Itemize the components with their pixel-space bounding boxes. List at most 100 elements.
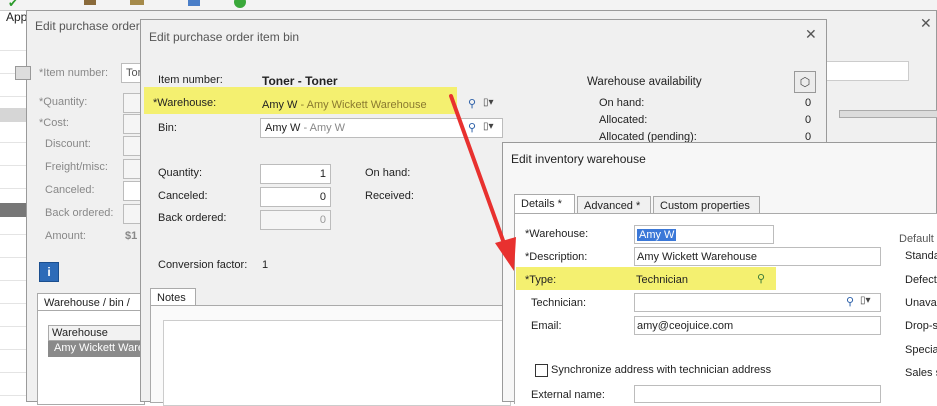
- grid-row-label: Amy Wickett Ware: [54, 342, 145, 354]
- conversion-factor-value: 1: [262, 259, 269, 271]
- item-number-label: Item number:: [158, 74, 223, 86]
- toolbar-refresh-icon[interactable]: [234, 0, 246, 8]
- right-label-3: Drop-s: [905, 320, 937, 332]
- back-ordered-label: Back ordered:: [158, 212, 227, 224]
- tab-details[interactable]: Details *: [514, 194, 575, 214]
- right-field: [817, 61, 909, 81]
- toolbar-check-icon[interactable]: ✔: [8, 0, 18, 10]
- back-window-right-panel: [827, 110, 937, 140]
- window-title: Edit purchase order item bin: [149, 30, 300, 44]
- bin-lookup-dropdown-icon[interactable]: ▯▾: [483, 121, 494, 132]
- right-label-2: Unava: [905, 297, 937, 309]
- toolbar-truck-icon[interactable]: [130, 0, 144, 5]
- close-icon[interactable]: ✕: [920, 15, 932, 32]
- tab-custom-properties-label: Custom properties: [660, 200, 750, 212]
- canceled-label: Canceled:: [158, 190, 208, 202]
- cost-label: *Cost:: [39, 117, 69, 129]
- external-name-field[interactable]: [634, 385, 881, 403]
- bin-search-icon[interactable]: ⚲: [468, 121, 476, 134]
- email-field[interactable]: amy@ceojuice.com: [634, 316, 881, 335]
- back-ordered-label: Back ordered:: [45, 207, 114, 219]
- warehouse-label: *Warehouse:: [525, 228, 589, 240]
- freight-label: Freight/misc:: [45, 161, 108, 173]
- technician-field[interactable]: [634, 293, 881, 312]
- availability-cube-icon[interactable]: ⬡: [794, 71, 816, 93]
- quantity-label: Quantity:: [158, 167, 203, 179]
- info-icon[interactable]: i: [39, 262, 59, 282]
- technician-label: Technician:: [531, 297, 587, 309]
- type-label: *Type:: [525, 274, 557, 286]
- warehouse-label: *Warehouse:: [153, 97, 216, 109]
- bin-label: Bin:: [158, 122, 177, 134]
- grid-header-label: Warehouse: [52, 327, 108, 339]
- on-hand-label: On hand:: [365, 167, 411, 179]
- app-title-fragment: App: [6, 10, 28, 24]
- right-label-4: Specia: [905, 344, 937, 356]
- avail-on-hand-label: On hand:: [599, 97, 645, 109]
- notes-panel: [150, 305, 511, 406]
- sync-label: Synchronize address with technician addr…: [551, 364, 772, 376]
- right-label-5: Sales s: [905, 367, 937, 379]
- close-icon[interactable]: ✕: [805, 26, 817, 43]
- search-icon[interactable]: ⚲: [468, 97, 476, 110]
- back-right-tab: [839, 110, 937, 118]
- tab-advanced-label: Advanced *: [584, 200, 641, 212]
- toolbar-doc-icon[interactable]: [188, 0, 200, 6]
- sync-checkbox[interactable]: [535, 364, 548, 377]
- window-title: Edit inventory warehouse: [511, 152, 646, 166]
- warehouse-name: - Amy Wickett Warehouse: [297, 99, 427, 111]
- conversion-factor-label: Conversion factor:: [158, 259, 248, 271]
- tab-notes[interactable]: Notes: [150, 288, 196, 306]
- tab-custom-properties[interactable]: Custom properties: [653, 196, 760, 214]
- bin-code: Amy W: [265, 122, 301, 134]
- amount-label: Amount:: [45, 230, 86, 242]
- tab-warehouse-bin[interactable]: Warehouse / bin / c: [37, 293, 143, 323]
- discount-label: Discount:: [45, 138, 91, 150]
- technician-search-icon[interactable]: ⚲: [846, 295, 854, 308]
- tab-notes-label: Notes: [157, 292, 186, 304]
- canceled-field[interactable]: 0: [260, 187, 331, 207]
- window-title: Edit purchase order: [35, 19, 140, 33]
- avail-allocated-value: 0: [805, 114, 812, 126]
- email-label: Email:: [531, 320, 562, 332]
- default-header: Default: [899, 233, 934, 245]
- app-left-header: [0, 108, 26, 122]
- warehouse-field[interactable]: Amy W: [634, 225, 774, 244]
- quantity-field[interactable]: 1: [260, 164, 331, 184]
- type-search-icon[interactable]: ⚲: [757, 272, 765, 285]
- warehouse-grid-panel: Warehouse Amy Wickett Ware: [37, 310, 145, 405]
- technician-dropdown-icon[interactable]: ▯▾: [860, 295, 871, 306]
- received-label: Received:: [365, 190, 414, 202]
- tab-details-label: Details *: [521, 198, 562, 210]
- description-field[interactable]: Amy Wickett Warehouse: [634, 247, 881, 266]
- lookup-dropdown-icon[interactable]: ▯▾: [483, 97, 494, 108]
- warehouse-grid-row[interactable]: Amy Wickett Ware: [48, 341, 144, 357]
- app-left-selected-row: [0, 203, 26, 217]
- item-number-label: *Item number:: [39, 67, 109, 79]
- warehouse-grid-header: Warehouse: [48, 325, 144, 341]
- description-label: *Description:: [525, 251, 588, 263]
- back-ordered-field[interactable]: 0: [260, 210, 331, 230]
- edit-inventory-warehouse-window: Edit inventory warehouse Details * Advan…: [502, 142, 937, 404]
- bin-field[interactable]: Amy W - Amy W: [260, 118, 503, 138]
- type-field[interactable]: Technician: [634, 271, 772, 289]
- tab-advanced[interactable]: Advanced *: [577, 196, 651, 214]
- right-label-0: Standa: [905, 250, 937, 262]
- bin-name: - Amy W: [300, 122, 346, 134]
- notes-textarea[interactable]: [163, 320, 511, 406]
- availability-header: Warehouse availability: [587, 76, 702, 88]
- item-number-value: Toner - Toner: [262, 74, 338, 88]
- external-name-label: External name:: [531, 389, 605, 401]
- toolbar-people-icon[interactable]: [84, 0, 96, 5]
- type-value: Technician: [636, 274, 688, 286]
- warehouse-value: Amy W: [637, 229, 677, 241]
- warehouse-code: Amy W: [262, 99, 298, 111]
- avail-allocated-label: Allocated:: [599, 114, 648, 126]
- avail-on-hand-value: 0: [805, 97, 812, 109]
- quantity-label: *Quantity:: [39, 96, 88, 108]
- right-label-1: Defect: [905, 274, 937, 286]
- warehouse-label-text: *Warehouse:: [153, 97, 217, 109]
- sidebar-grip[interactable]: [15, 66, 31, 80]
- canceled-label: Canceled:: [45, 184, 95, 196]
- amount-value: $1: [125, 230, 138, 242]
